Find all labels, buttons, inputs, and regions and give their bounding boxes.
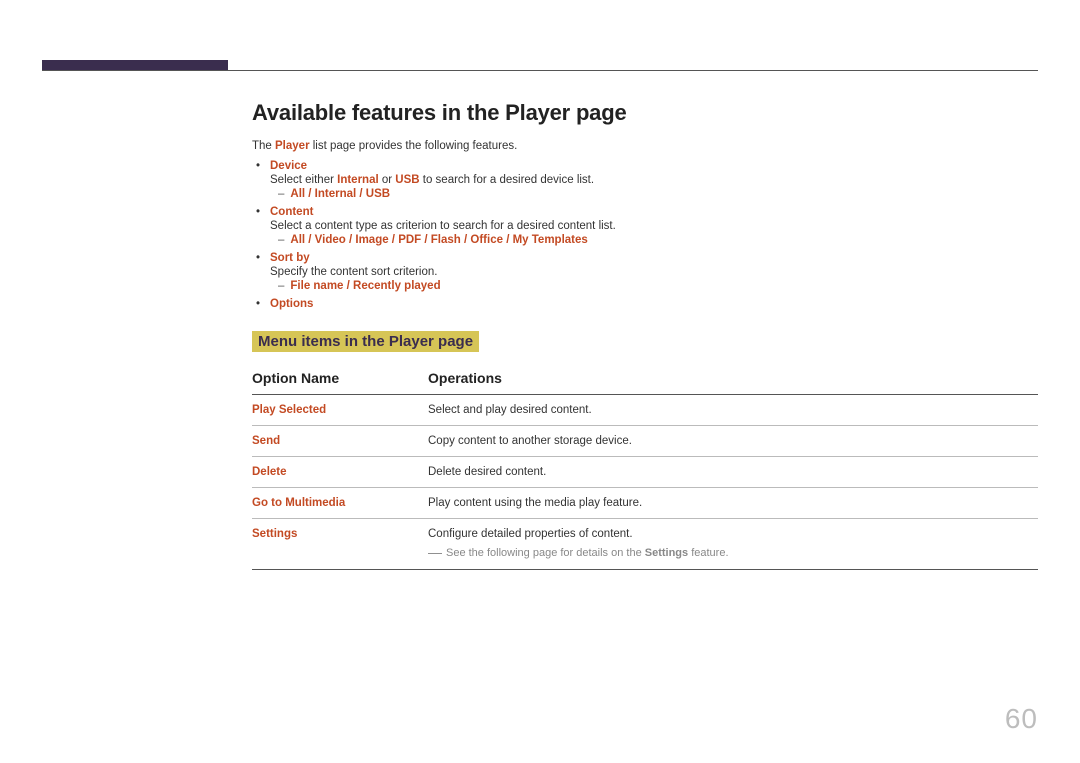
feature-desc: Select a content type as criterion to se… bbox=[256, 220, 1038, 232]
sub-options: File name / Recently played bbox=[290, 280, 440, 292]
bullet-icon: • bbox=[256, 206, 270, 218]
table-row: Delete Delete desired content. bbox=[252, 457, 1038, 488]
option-name: Play Selected bbox=[252, 395, 428, 426]
desc-text: or bbox=[379, 174, 396, 186]
table-row: Go to Multimedia Play content using the … bbox=[252, 488, 1038, 519]
intro-pre: The bbox=[252, 140, 275, 152]
options-table: Option Name Operations Play Selected Sel… bbox=[252, 364, 1038, 570]
page-title: Available features in the Player page bbox=[252, 100, 1038, 126]
feature-sub: ‒All / Internal / USB bbox=[256, 188, 1038, 200]
feature-desc: Select either Internal or USB to search … bbox=[256, 174, 1038, 186]
sub-options: All / Video / Image / PDF / Flash / Offi… bbox=[290, 234, 587, 246]
table-row: Settings Configure detailed properties o… bbox=[252, 519, 1038, 570]
option-name: Send bbox=[252, 426, 428, 457]
option-operation: Configure detailed properties of content… bbox=[428, 528, 633, 540]
bullet-icon: • bbox=[256, 160, 270, 172]
feature-sub: ‒All / Video / Image / PDF / Flash / Off… bbox=[256, 234, 1038, 246]
desc-term: Internal bbox=[337, 174, 379, 186]
option-name: Go to Multimedia bbox=[252, 488, 428, 519]
feature-list: •Device Select either Internal or USB to… bbox=[252, 160, 1038, 310]
note-term: Settings bbox=[645, 547, 688, 559]
feature-item: •Content Select a content type as criter… bbox=[256, 206, 1038, 246]
feature-title: Sort by bbox=[270, 252, 310, 264]
header-rule bbox=[42, 70, 1038, 71]
feature-item: •Device Select either Internal or USB to… bbox=[256, 160, 1038, 200]
option-name: Delete bbox=[252, 457, 428, 488]
option-operation: Delete desired content. bbox=[428, 457, 1038, 488]
feature-title: Device bbox=[270, 160, 307, 172]
sub-options: All / Internal / USB bbox=[290, 188, 390, 200]
option-operation: Copy content to another storage device. bbox=[428, 426, 1038, 457]
table-row: Send Copy content to another storage dev… bbox=[252, 426, 1038, 457]
desc-text: Select either bbox=[270, 174, 337, 186]
option-name: Settings bbox=[252, 519, 428, 570]
column-header-operations: Operations bbox=[428, 364, 1038, 395]
feature-title: Options bbox=[270, 298, 313, 310]
option-operation: Select and play desired content. bbox=[428, 395, 1038, 426]
option-operation-cell: Configure detailed properties of content… bbox=[428, 519, 1038, 570]
table-row: Play Selected Select and play desired co… bbox=[252, 395, 1038, 426]
feature-desc: Specify the content sort criterion. bbox=[256, 266, 1038, 278]
option-operation: Play content using the media play featur… bbox=[428, 488, 1038, 519]
feature-title: Content bbox=[270, 206, 313, 218]
note-text: See the following page for details on th… bbox=[446, 547, 645, 559]
bullet-icon: • bbox=[256, 252, 270, 264]
document-page: Available features in the Player page Th… bbox=[0, 0, 1080, 763]
option-note: ― See the following page for details on t… bbox=[428, 544, 1038, 560]
intro-post: list page provides the following feature… bbox=[310, 140, 518, 152]
column-header-name: Option Name bbox=[252, 364, 428, 395]
intro-text: The Player list page provides the follow… bbox=[252, 140, 1038, 152]
main-content: Available features in the Player page Th… bbox=[252, 100, 1038, 570]
note-dash-icon: ― bbox=[428, 544, 442, 560]
intro-term: Player bbox=[275, 140, 310, 152]
note-text: feature. bbox=[688, 547, 728, 559]
feature-item: •Sort by Specify the content sort criter… bbox=[256, 252, 1038, 292]
desc-text: to search for a desired device list. bbox=[420, 174, 595, 186]
desc-term: USB bbox=[395, 174, 419, 186]
bullet-icon: • bbox=[256, 298, 270, 310]
section-subheading: Menu items in the Player page bbox=[252, 331, 479, 352]
feature-sub: ‒File name / Recently played bbox=[256, 280, 1038, 292]
page-number: 60 bbox=[1005, 703, 1038, 735]
header-tab-bar bbox=[42, 60, 228, 70]
feature-item: •Options bbox=[256, 298, 1038, 310]
table-header-row: Option Name Operations bbox=[252, 364, 1038, 395]
